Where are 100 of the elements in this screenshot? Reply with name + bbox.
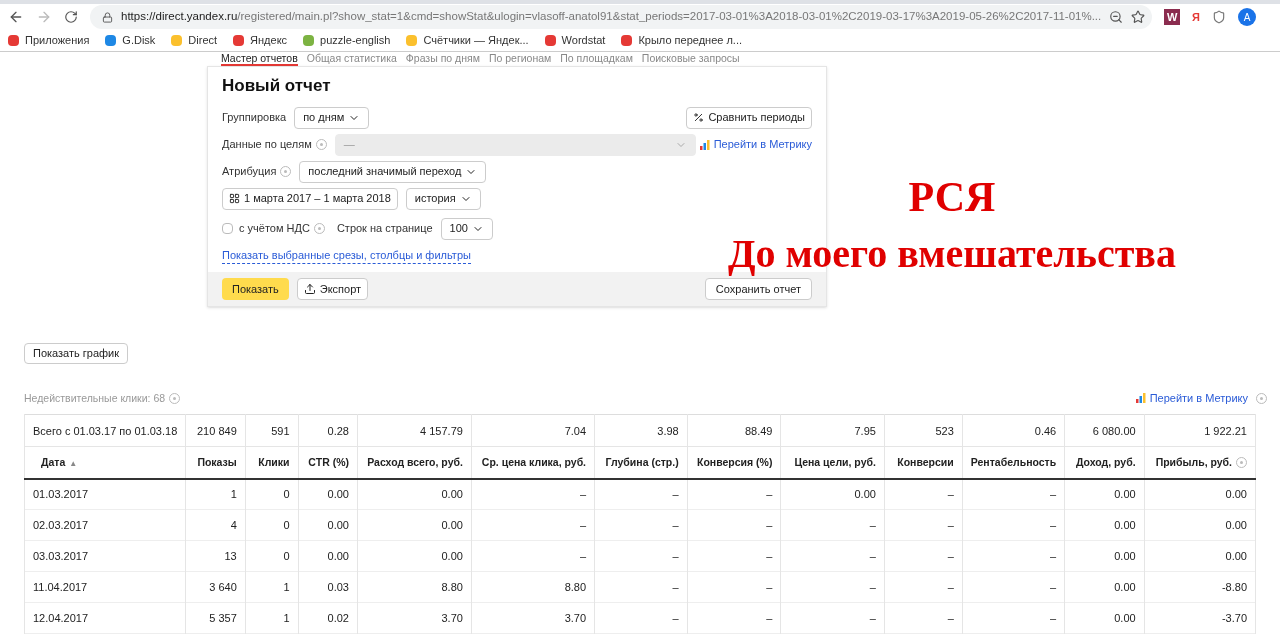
metrika-link[interactable]: Перейти в Метрику (1135, 389, 1267, 407)
profile-avatar[interactable]: A (1238, 8, 1256, 26)
rows-per-page-select[interactable]: 100 (440, 217, 493, 240)
metrika-link[interactable]: Перейти в Метрику (699, 136, 812, 153)
total-cell: 1 922.21 (1144, 414, 1256, 447)
grouping-select[interactable]: по дням (294, 106, 370, 129)
column-header[interactable]: Показы (185, 446, 246, 479)
total-cell: 3.98 (594, 414, 688, 447)
table-cell: 0.00 (1144, 478, 1256, 510)
total-cell: 210 849 (185, 414, 246, 447)
column-header[interactable]: Доход, руб. (1064, 446, 1145, 479)
table-cell: 02.03.2017 (24, 509, 186, 541)
column-header[interactable]: Рентабельность (962, 446, 1065, 479)
compare-periods-button[interactable]: Сравнить периоды (686, 106, 812, 129)
bookmark[interactable]: Яндекс (233, 32, 288, 49)
table-cell: 0.00 (298, 540, 358, 572)
table-cell: – (687, 602, 781, 634)
column-header[interactable]: Конверсия (%) (687, 446, 781, 479)
table-cell: 1 (245, 602, 299, 634)
table-cell: – (780, 602, 885, 634)
column-header[interactable]: Конверсии (884, 446, 963, 479)
table-cell: 1 (245, 571, 299, 603)
column-header[interactable]: Прибыль, руб. (1144, 446, 1256, 479)
field-label: Данные по целям (222, 136, 327, 153)
table-cell: 0.00 (1144, 540, 1256, 572)
table-cell: 0.00 (1144, 509, 1256, 541)
table-cell: – (884, 509, 963, 541)
table-cell: – (962, 571, 1065, 603)
table-cell: 12.04.2017 (24, 602, 186, 634)
report-tab[interactable]: Поисковые запросы (641, 52, 740, 66)
table-cell: – (471, 478, 595, 510)
total-cell: 7.95 (780, 414, 885, 447)
table-cell: – (687, 571, 781, 603)
table-cell: -8.80 (1144, 571, 1256, 603)
shield-icon[interactable] (1212, 10, 1226, 24)
column-header[interactable]: Глубина (стр.) (594, 446, 688, 479)
bookmark[interactable]: Приложения (8, 32, 90, 49)
table-cell: 0.03 (298, 571, 358, 603)
export-button[interactable]: Экспорт (296, 278, 369, 300)
zoom-out-icon[interactable] (1109, 10, 1124, 24)
forward-icon[interactable] (36, 9, 52, 25)
filters-link[interactable]: Показать выбранные срезы, столбцы и фильтры (222, 246, 471, 264)
bookmark[interactable]: Счётчики — Яндек... (406, 32, 529, 49)
extension-icon[interactable]: W (1164, 9, 1181, 25)
report-tab[interactable]: Фразы по дням (405, 52, 480, 66)
table-cell: 0 (245, 540, 299, 572)
bookmark-star-icon[interactable] (1131, 10, 1146, 24)
table-cell: 0.00 (357, 478, 472, 510)
annotation-subtitle: До моего вмешательства (728, 234, 1176, 274)
bookmark[interactable]: Крыло переднее л... (621, 32, 742, 49)
table-cell: – (780, 540, 885, 572)
column-header[interactable]: Дата ▲ (24, 446, 186, 479)
report-tab[interactable]: Общая статистика (306, 52, 397, 66)
bar-chart-icon (699, 139, 710, 150)
address-bar[interactable]: https://direct.yandex.ru/registered/main.pl?show_stat=1&cmd=showStat&ulogin=vlasoff-anatol91&stat_periods=2017-03-01%3A2018-03-01%2C2019-03-17%3A2019-05-26%2C2017-11-01%... (90, 5, 1153, 29)
vat-checkbox[interactable] (222, 223, 233, 234)
table-cell: 0.00 (298, 509, 358, 541)
total-cell: 0.28 (298, 414, 358, 447)
table-cell: – (884, 571, 963, 603)
upload-icon (303, 283, 316, 295)
checkbox-label: с учётом НДС (239, 220, 325, 237)
total-cell: Всего с 01.03.17 по 01.03.18 (24, 414, 186, 447)
column-header[interactable]: Цена цели, руб. (780, 446, 885, 479)
table-cell: 0.00 (357, 509, 472, 541)
bar-chart-icon (1135, 393, 1146, 403)
attribution-select[interactable]: последний значимый переход (299, 160, 487, 183)
table-cell: 3 640 (185, 571, 246, 603)
invalid-clicks-text: Недействительные клики: 68 (24, 390, 181, 407)
report-tab[interactable]: По площадкам (560, 52, 633, 66)
table-cell: – (962, 602, 1065, 634)
column-header[interactable]: Клики (245, 446, 299, 479)
back-icon[interactable] (8, 9, 24, 25)
bookmark[interactable]: Wordstat (544, 32, 606, 49)
history-select[interactable]: история (405, 187, 481, 210)
table-cell: – (780, 571, 885, 603)
table-cell: 0.00 (357, 540, 472, 572)
column-header[interactable]: CTR (%) (298, 446, 358, 479)
table-cell: 0.00 (1064, 509, 1145, 541)
total-cell: 0.46 (962, 414, 1065, 447)
table-cell: -3.70 (1144, 602, 1256, 634)
show-chart-button[interactable]: Показать график (24, 343, 129, 364)
table-cell: – (962, 478, 1065, 510)
table-cell: 0 (245, 509, 299, 541)
table-cell: – (962, 540, 1065, 572)
extension-icon[interactable]: Я (1192, 8, 1200, 26)
reload-icon[interactable] (64, 10, 78, 24)
lock-icon (102, 11, 113, 23)
column-header[interactable]: Ср. цена клика, руб. (471, 446, 595, 479)
bookmark[interactable]: Direct (171, 32, 218, 49)
field-label: Атрибуция (222, 163, 292, 180)
percent-icon (693, 112, 705, 123)
date-range-button[interactable]: 1 марта 2017 – 1 марта 2018 (222, 187, 398, 210)
bookmark[interactable]: G.Disk (105, 32, 156, 49)
total-cell: 6 080.00 (1064, 414, 1145, 447)
table-cell: 0 (245, 478, 299, 510)
report-tab[interactable]: По регионам (488, 52, 552, 66)
save-report-button[interactable]: Сохранить отчет (704, 278, 812, 300)
show-button[interactable]: Показать (222, 278, 289, 300)
column-header[interactable]: Расход всего, руб. (357, 446, 472, 479)
bookmark[interactable]: puzzle-english (303, 32, 391, 49)
